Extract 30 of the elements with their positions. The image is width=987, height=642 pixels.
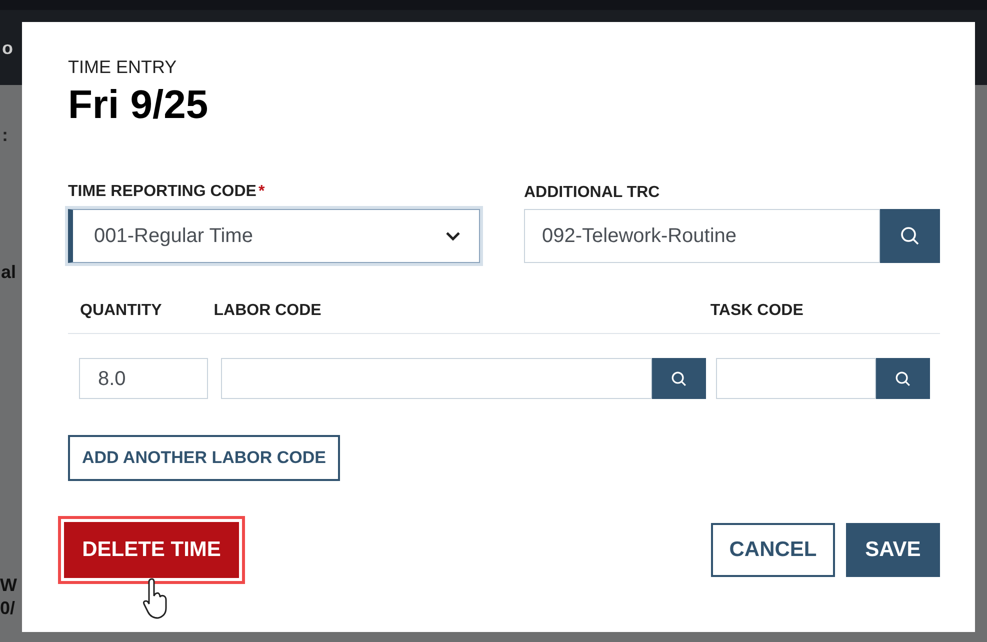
background-text: al xyxy=(1,262,16,282)
hand-cursor-icon xyxy=(143,578,169,620)
required-mark: * xyxy=(258,182,265,202)
save-button[interactable]: SAVE xyxy=(846,523,940,577)
text-field[interactable]: 092-Telework-Routine xyxy=(524,209,880,263)
search-button[interactable] xyxy=(880,209,940,263)
search-icon xyxy=(895,370,911,386)
task-code-field[interactable] xyxy=(716,358,876,399)
chevron-down-icon xyxy=(445,231,461,241)
search-button[interactable] xyxy=(652,358,706,399)
field-label: TIME REPORTING CODE xyxy=(68,182,256,202)
field-label: ADDITIONAL TRC xyxy=(524,183,660,203)
search-icon xyxy=(671,370,687,386)
background-text: W xyxy=(0,575,17,595)
dialog-title: Fri 9/25 xyxy=(68,82,208,129)
select-field[interactable]: 001-Regular Time xyxy=(68,209,480,263)
background-text: : xyxy=(2,125,8,145)
add-labor-code-button[interactable]: ADD ANOTHER LABOR CODE xyxy=(68,435,340,481)
column-header: TASK CODE xyxy=(710,301,804,321)
delete-button[interactable]: DELETE TIME xyxy=(58,516,245,584)
search-icon xyxy=(900,226,920,246)
dialog-eyebrow: TIME ENTRY xyxy=(68,56,177,78)
cancel-button[interactable]: CANCEL xyxy=(711,523,835,577)
column-header: LABOR CODE xyxy=(214,301,322,321)
background-text: 0/ xyxy=(0,598,16,618)
column-header: QUANTITY xyxy=(80,301,162,321)
quantity-field[interactable]: 8.0 xyxy=(79,358,208,399)
background-text: o xyxy=(2,38,13,58)
search-button[interactable] xyxy=(876,358,930,399)
labor-code-field[interactable] xyxy=(221,358,652,399)
